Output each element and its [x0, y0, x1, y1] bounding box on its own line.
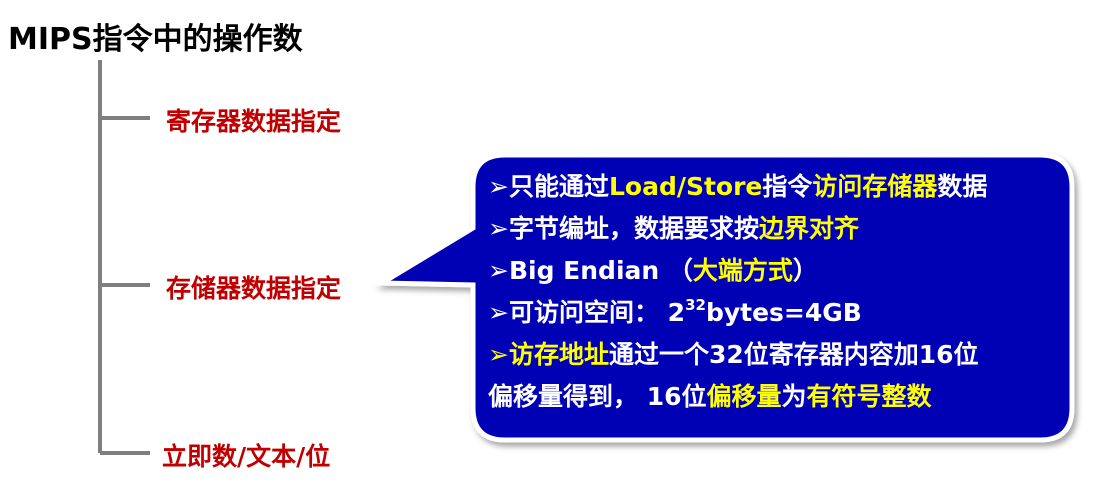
bullet-arrow-icon: ➢: [488, 298, 509, 327]
callout-line-6: 偏移量得到， 16位偏移量为有符号整数: [488, 382, 932, 411]
bullet-arrow-icon: ➢: [488, 256, 509, 285]
callout-text: ➢只能通过Load/Store指令访问存储器数据 ➢字节编址，数据要求按边界对齐…: [488, 166, 1068, 418]
bullet-arrow-icon: ➢: [488, 340, 509, 369]
callout-line-5: ➢访存地址通过一个32位寄存器内容加16位: [488, 340, 979, 369]
bullet-arrow-icon: ➢: [488, 172, 509, 201]
callout-line-2: ➢字节编址，数据要求按边界对齐: [488, 214, 859, 243]
callout-line-3: ➢Big Endian （大端方式）: [488, 256, 818, 285]
callout-line-1: ➢只能通过Load/Store指令访问存储器数据: [488, 172, 988, 201]
bullet-arrow-icon: ➢: [488, 214, 509, 243]
callout-line-4: ➢可访问空间： 232bytes=4GB: [488, 296, 862, 328]
